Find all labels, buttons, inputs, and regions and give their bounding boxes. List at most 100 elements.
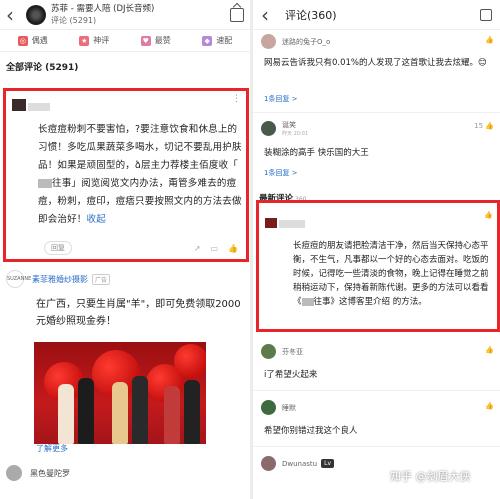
ad-text: 在广西，只要生肖属"羊"，即可免费领取2000元婚纱照现金券！ [36, 299, 241, 327]
avatar [261, 456, 276, 471]
tab-ouyu[interactable]: ◎ 偶遇 [17, 35, 48, 46]
comment-icon[interactable]: ▭ [210, 244, 218, 253]
comment-text: 长痘痘的朋友请把脸清洁干净，然后当天保持心态平衡，不生气，凡事都以一个好的心态去… [293, 239, 493, 309]
song-title: 苏菲 - 需要人陪 (DJ长音频) [51, 3, 155, 14]
ad-header: SUZANNE 素菲雅婚纱摄影 广告 [0, 266, 250, 292]
avatar [12, 99, 26, 111]
avatar [261, 121, 276, 136]
avatar [261, 344, 276, 359]
person-figure [132, 376, 148, 444]
username-redacted [28, 103, 50, 111]
reply-count-link[interactable]: 1条回复 > [264, 94, 298, 104]
highlighted-comment: ⋮ 长痘痘粉刺不要害怕，?要注意饮食和休息上的习惯！多吃瓜果蔬菜多喝水，切记不要… [3, 88, 249, 262]
reply-button[interactable]: 回复 [44, 241, 72, 255]
username-redacted [279, 220, 305, 228]
comment-tabs: ◎ 偶遇 ★ 神评 ♥ 最赞 ◆ 速配 [0, 30, 250, 52]
tab-zuizan[interactable]: ♥ 最赞 [140, 35, 171, 46]
username: 迷路的兔子O_o [282, 37, 331, 46]
username: 睡默 [282, 403, 296, 412]
back-arrow-icon[interactable]: ‹ [6, 5, 22, 25]
redacted-text [38, 179, 52, 188]
god-comment-icon: ★ [79, 35, 90, 46]
user-meta: 诞笑 昨天 20:01 [282, 120, 308, 137]
all-comments-heading: 全部评论 (5291) [6, 63, 79, 73]
comments-header: ‹ 评论(360) [253, 0, 500, 30]
username: 芬冬亚 [282, 347, 303, 356]
match-icon: ◆ [202, 35, 213, 46]
share-icon[interactable] [480, 8, 492, 21]
share-icon[interactable]: ↗ [194, 244, 201, 253]
username: 诞笑 [282, 121, 296, 129]
album-art[interactable] [26, 4, 46, 25]
comment-user[interactable] [265, 213, 305, 232]
thumbs-up-icon[interactable]: 👍 [485, 36, 494, 44]
person-figure [184, 380, 200, 444]
tab-supei[interactable]: ◆ 速配 [202, 35, 232, 46]
tab-label: 神评 [93, 36, 110, 45]
meet-icon: ◎ [17, 35, 28, 46]
thumbs-up-icon[interactable]: 👍 [484, 211, 493, 219]
comment-user[interactable]: 芬冬亚 [261, 344, 303, 359]
comment-user[interactable]: 睡默 [261, 400, 296, 415]
share-icon[interactable] [230, 7, 244, 22]
song-header: ‹ 苏菲 - 需要人陪 (DJ长音频) 评论 (5291) [0, 0, 250, 30]
left-screenshot: ‹ 苏菲 - 需要人陪 (DJ长音频) 评论 (5291) ◎ 偶遇 ★ 神评 … [0, 0, 250, 499]
brand-name[interactable]: 素菲雅婚纱摄影 [32, 274, 88, 285]
ad-image[interactable] [34, 342, 206, 444]
tab-label: 最赞 [154, 36, 171, 45]
person-figure [78, 378, 94, 444]
learn-more-link[interactable]: 了解更多 [36, 443, 68, 454]
right-screenshot: ‹ 评论(360) 迷路的兔子O_o 👍 网易云告诉我只有0.01%的人发现了这… [253, 0, 500, 499]
like-number: 15 [474, 122, 484, 130]
brand-logo[interactable]: SUZANNE [6, 270, 31, 288]
tab-shenping[interactable]: ★ 神评 [79, 35, 109, 46]
timestamp: 昨天 20:01 [282, 131, 308, 137]
comment-text: 装糊涂的高手 快乐国的大王 [264, 148, 369, 158]
level-badge: Lv [321, 459, 335, 468]
avatar [261, 34, 276, 49]
ad-post: SUZANNE 素菲雅婚纱摄影 广告 在广西，只要生肖属"羊"，即可免费领取20… [0, 266, 250, 481]
reply-count-link[interactable]: 1条回复 > [264, 168, 298, 178]
comment-text: 希望你别错过我这个良人 [264, 426, 358, 436]
thumbs-up-icon[interactable]: 👍 [228, 244, 238, 253]
person-figure [164, 386, 180, 444]
page-title: 评论(360) [285, 8, 337, 22]
username: Dwunastu [282, 459, 318, 468]
divider [253, 446, 500, 447]
divider [253, 112, 500, 113]
next-comment: 黑色曼陀罗 [6, 465, 70, 481]
comment-text: i了希望火起来 [264, 370, 318, 380]
comment-text-part: 往事》这博客里介绍 的方法。 [313, 297, 427, 307]
comment-text-part: 往事」阅览阅览文内办法，甭管多难去的痘痘，粉刺，痘印，痘痞只要按照文内的方法去做… [38, 178, 242, 225]
comment-text-part: 长痘痘粉刺不要害怕，?要注意饮食和休息上的习惯！多吃瓜果蔬菜多喝水，切记不要乱用… [38, 124, 242, 171]
comment-actions: 回复 ↗ ▭ 👍 [44, 241, 238, 255]
comment-user[interactable] [12, 96, 50, 115]
avatar[interactable] [6, 465, 22, 481]
collapse-link[interactable]: 收起 [87, 214, 106, 225]
thumbs-up-icon[interactable]: 👍 [485, 402, 494, 410]
like-count[interactable]: 15 👍 [474, 122, 494, 130]
avatar [265, 218, 277, 228]
redacted-text [301, 297, 314, 306]
back-arrow-icon[interactable]: ‹ [261, 5, 277, 25]
watermark-text: 知乎 @剑眉大侠 [390, 470, 471, 483]
ad-tag: 广告 [92, 273, 111, 285]
person-figure [58, 384, 74, 444]
highlighted-comment: 👍 长痘痘的朋友请把脸清洁干净，然后当天保持心态平衡，不生气，凡事都以一个好的心… [256, 200, 500, 332]
comment-user[interactable]: 诞笑 昨天 20:01 [261, 120, 308, 137]
more-icon[interactable]: ⋮ [232, 94, 241, 104]
thumbs-up-icon[interactable]: 👍 [485, 346, 494, 354]
comment-user[interactable]: Dwunastu Lv [261, 456, 335, 471]
person-figure [112, 382, 128, 444]
comment-user[interactable]: 迷路的兔子O_o [261, 34, 330, 49]
tab-label: 速配 [216, 36, 233, 45]
red-balloon [174, 344, 206, 378]
username[interactable]: 黑色曼陀罗 [30, 468, 70, 479]
comment-count-label: 评论 (5291) [51, 15, 97, 25]
divider [253, 390, 500, 391]
tab-label: 偶遇 [31, 36, 48, 45]
watermark: 知乎 @剑眉大侠 [390, 468, 471, 484]
comment-text: 网易云告诉我只有0.01%的人发现了这首歌让我去炫耀。😊 [264, 58, 487, 68]
like-icon: ♥ [140, 35, 151, 46]
avatar [261, 400, 276, 415]
